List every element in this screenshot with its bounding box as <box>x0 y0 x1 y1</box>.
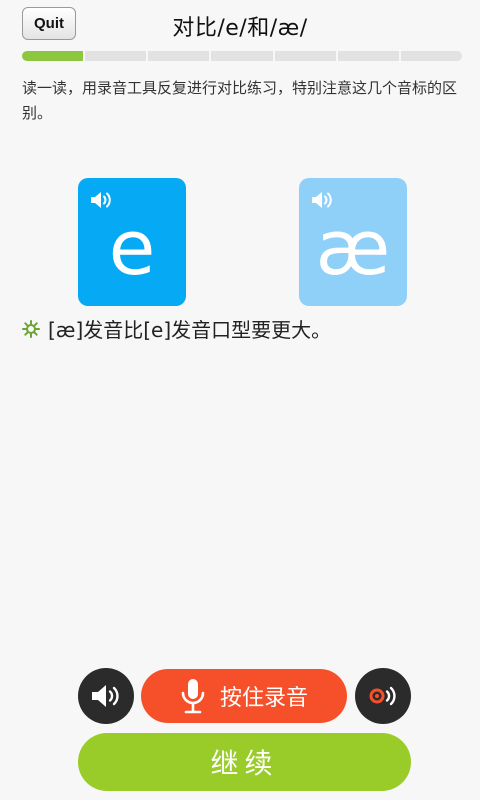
playback-button[interactable] <box>355 668 411 724</box>
play-button[interactable] <box>78 668 134 724</box>
tip: [æ]发音比[e]发音口型要更大。 <box>22 314 331 343</box>
phonetic-card-ae[interactable]: æ <box>299 178 407 306</box>
header: Quit 对比/e/和/æ/ <box>0 0 480 48</box>
progress-segment <box>400 51 462 61</box>
progress-bar <box>22 51 462 61</box>
speaker-icon <box>92 685 119 707</box>
record-label: 按住录音 <box>219 686 308 711</box>
progress-segment <box>148 51 210 61</box>
progress-segment <box>22 51 84 61</box>
progress-segment <box>337 51 399 61</box>
phonetic-symbol: e <box>108 203 156 292</box>
progress-segment <box>211 51 273 61</box>
phonetic-symbol: æ <box>315 203 391 292</box>
tip-text: [æ]发音比[e]发音口型要更大。 <box>48 318 332 342</box>
phonetic-card-e[interactable]: e <box>78 178 186 306</box>
microphone-icon <box>181 679 205 714</box>
page-title: 对比/e/和/æ/ <box>172 16 308 41</box>
instruction-text: 读一读，用录音工具反复进行对比练习，特别注意这几个音标的区别。 <box>22 79 458 122</box>
progress-segment <box>85 51 147 61</box>
gear-icon <box>22 319 40 338</box>
playback-icon <box>369 686 396 706</box>
record-button[interactable]: 按住录音 <box>141 669 347 723</box>
progress-segment <box>274 51 336 61</box>
continue-button[interactable]: 继续 <box>78 733 411 791</box>
